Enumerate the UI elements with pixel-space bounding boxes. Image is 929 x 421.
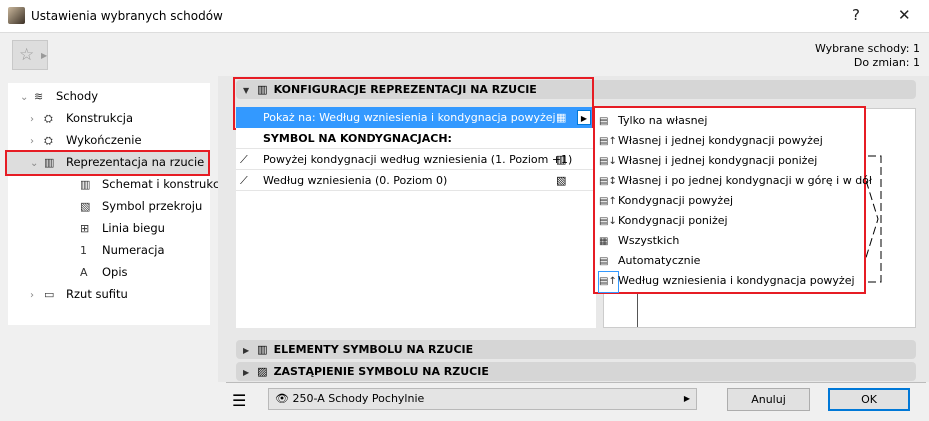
- menu-item[interactable]: ▦ Wszystkich: [595, 231, 864, 251]
- tree-item-icon: ⛭: [44, 112, 53, 125]
- tree-item-icon: A: [80, 266, 88, 279]
- menu-item-label: Automatycznie: [618, 254, 701, 267]
- tree-item[interactable]: A Opis: [80, 261, 128, 283]
- floor-option-icon: ▤↓: [599, 156, 617, 167]
- tree-item-label: Linia biegu: [102, 221, 165, 235]
- help-button[interactable]: ?: [852, 6, 860, 24]
- chevron-icon[interactable]: ›: [30, 109, 44, 131]
- eye-icon: 👁: [275, 392, 293, 405]
- tree-item[interactable]: ⊞ Linia biegu: [80, 217, 165, 239]
- tree-item[interactable]: › ⛭ Wykończenie: [30, 129, 142, 151]
- floor-option-icon: ▤↕: [599, 176, 617, 187]
- tree-item-label: Rzut sufitu: [66, 287, 128, 301]
- selected-count: Wybrane schody: 1: [814, 42, 920, 55]
- show-on-dropdown-menu: ▤ Tylko na własnej ▤↑Własnej i jednej kond…: [593, 106, 872, 294]
- tree-item-icon: ≋: [34, 90, 44, 103]
- tree-item-label: Schody: [56, 89, 99, 103]
- menu-item[interactable]: ▤↑Według wzniesienia i kondygnacja powyż…: [595, 271, 864, 293]
- table-row[interactable]: ⟋ Powyżej kondygnacji według wzniesienia …: [236, 149, 596, 170]
- close-button[interactable]: ✕: [898, 6, 911, 24]
- chevron-icon[interactable]: ⌄: [20, 87, 34, 109]
- tree-item[interactable]: ⌄ ≋ Schody: [20, 85, 98, 107]
- tree-item-icon: 1: [80, 244, 87, 257]
- tree-item-icon: ▧: [80, 200, 91, 213]
- menu-item[interactable]: ▤ Tylko na własnej: [595, 111, 864, 131]
- floor-option-icon: ▦: [599, 236, 609, 247]
- tree-item-icon: ▥: [80, 178, 91, 191]
- tree-item[interactable]: ▧ Symbol przekroju: [80, 195, 202, 217]
- section-elements-header[interactable]: ▶ ▥ ELEMENTY SYMBOLU NA RZUCIE: [236, 340, 916, 359]
- star-icon: ☆: [19, 45, 35, 65]
- layer-select[interactable]: 👁 250-A Schody Pochylnie ▶: [268, 388, 697, 410]
- floor-option-icon: ▤↓: [599, 216, 617, 227]
- expand-icon: ▶: [243, 346, 250, 355]
- floor-option-icon: ▤↑: [599, 196, 617, 207]
- tree-item[interactable]: ⌄ ▥ Reprezentacja na rzucie: [30, 151, 204, 173]
- arrow-right-icon: ▶: [683, 394, 690, 403]
- menu-item-label: Własnej i po jednej kondygnacji w górę i…: [618, 174, 873, 187]
- tree-item-label: Konstrukcja: [66, 111, 134, 125]
- layers-icon: ☰: [232, 391, 247, 410]
- menu-item-label: Według wzniesienia i kondygnacja powyżej: [618, 274, 855, 287]
- tree-item-label: Wykończenie: [66, 133, 142, 147]
- floor-option-icon: ▤: [599, 256, 609, 267]
- tree-item[interactable]: › ⛭ Konstrukcja: [30, 107, 133, 129]
- tree-item-icon: ▭: [44, 288, 55, 301]
- title-bar: Ustawienia wybranych schodów ? ✕: [0, 0, 929, 33]
- tree-item-label: Schemat i konstrukcja: [102, 177, 230, 191]
- chevron-icon[interactable]: ›: [30, 285, 44, 307]
- menu-item-label: Własnej i jednej kondygnacji poniżej: [618, 154, 818, 167]
- tree-item-label: Reprezentacja na rzucie: [66, 155, 205, 169]
- symbol-icon: ▥: [556, 153, 567, 166]
- divider: [226, 382, 926, 383]
- tree-item-label: Symbol przekroju: [102, 199, 203, 213]
- menu-item[interactable]: ▤↕Własnej i po jednej kondygnacji w górę…: [595, 171, 872, 191]
- arrow-right-icon: ▶: [41, 51, 48, 60]
- tree-item[interactable]: 1 Numeracja: [80, 239, 165, 261]
- menu-item[interactable]: ▤↓Kondygnacji poniżej: [595, 211, 864, 231]
- chevron-icon[interactable]: ›: [30, 131, 44, 153]
- ok-button[interactable]: OK: [828, 388, 910, 411]
- chevron-icon[interactable]: ⌄: [30, 153, 44, 175]
- tree-item-label: Numeracja: [102, 243, 165, 257]
- stair-up-icon: ⟋: [240, 153, 248, 166]
- favorites-button[interactable]: ☆ ▶: [12, 40, 48, 70]
- section-override-header[interactable]: ▶ ▨ ZASTĄPIENIE SYMBOLU NA RZUCIE: [236, 362, 916, 381]
- plan-icon: ▥: [257, 343, 268, 356]
- floor-option-icon: ▤↑: [599, 136, 617, 147]
- highlight-frame: [233, 77, 594, 130]
- symbol-icon: ▧: [556, 174, 567, 187]
- menu-item[interactable]: ▤ Automatycznie: [595, 251, 864, 271]
- override-icon: ▨: [257, 365, 268, 378]
- table-row[interactable]: ⟋ Według wzniesienia (0. Poziom 0) ▧: [236, 170, 596, 191]
- tree-item-label: Opis: [102, 265, 128, 279]
- menu-item[interactable]: ▤↑Własnej i jednej kondygnacji powyżej: [595, 131, 864, 151]
- expand-icon: ▶: [243, 368, 250, 377]
- menu-item-label: Wszystkich: [618, 234, 680, 247]
- tree-item[interactable]: › ▭ Rzut sufitu: [30, 283, 128, 305]
- menu-item-label: Tylko na własnej: [618, 114, 708, 127]
- menu-item-label: Własnej i jednej kondygnacji powyżej: [618, 134, 823, 147]
- app-logo-icon: [8, 7, 25, 24]
- window-title: Ustawienia wybranych schodów: [31, 9, 223, 23]
- tree-item-icon: ▥: [44, 156, 55, 169]
- floor-option-icon: ▤: [599, 116, 609, 127]
- to-change-count: Do zmian: 1: [853, 56, 920, 69]
- cancel-button[interactable]: Anuluj: [727, 388, 810, 411]
- stair-down-icon: ⟋: [240, 174, 248, 187]
- symbol-header: SYMBOL NA KONDYGNACJACH:: [236, 128, 596, 149]
- tree-item[interactable]: ▥ Schemat i konstrukcja: [80, 173, 230, 195]
- floor-option-icon: ▤↑: [598, 271, 619, 293]
- menu-item-label: Kondygnacji powyżej: [618, 194, 734, 207]
- tree-item-icon: ⛭: [44, 134, 53, 147]
- symbol-table: SYMBOL NA KONDYGNACJACH: ⟋ Powyżej kondyg…: [236, 128, 596, 328]
- menu-item-label: Kondygnacji poniżej: [618, 214, 728, 227]
- menu-item[interactable]: ▤↑Kondygnacji powyżej: [595, 191, 864, 211]
- menu-item[interactable]: ▤↓Własnej i jednej kondygnacji poniżej: [595, 151, 864, 171]
- tree-item-icon: ⊞: [80, 222, 90, 235]
